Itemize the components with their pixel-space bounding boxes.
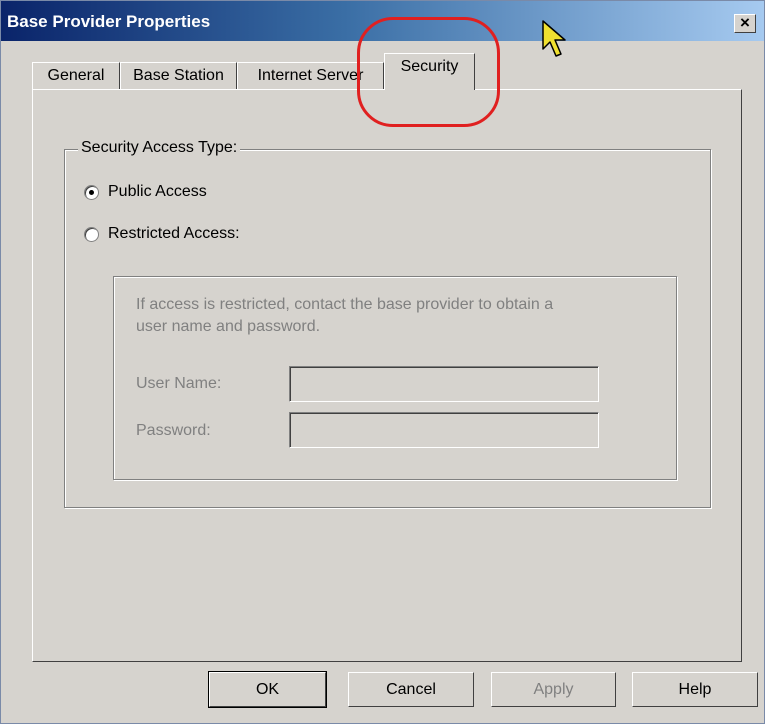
window-title: Base Provider Properties (7, 12, 211, 31)
restricted-access-label: Restricted Access: (108, 225, 240, 242)
username-input[interactable] (289, 366, 599, 402)
help-button[interactable]: Help (632, 672, 758, 707)
password-input[interactable] (289, 412, 599, 448)
close-button[interactable]: × (734, 14, 756, 33)
public-access-label: Public Access (108, 183, 207, 200)
restricted-info-line2: user name and password. (136, 318, 321, 335)
title-bar[interactable]: Base Provider Properties × (1, 1, 764, 41)
password-label: Password: (136, 422, 211, 439)
public-access-radio[interactable]: Public Access (84, 183, 207, 201)
ok-button[interactable]: OK (208, 671, 327, 708)
restricted-info-line1: If access is restricted, contact the bas… (136, 296, 554, 313)
tab-internet-server[interactable]: Internet Server (237, 62, 384, 89)
tab-general[interactable]: General (32, 62, 120, 89)
username-label: User Name: (136, 375, 222, 392)
tab-base-station[interactable]: Base Station (120, 62, 237, 89)
mouse-cursor-icon (542, 20, 566, 57)
group-label: Security Access Type: (78, 139, 241, 157)
apply-button[interactable]: Apply (491, 672, 616, 707)
restricted-access-radio[interactable]: Restricted Access: (84, 225, 240, 243)
tab-security[interactable]: Security (384, 53, 475, 90)
radio-unselected-icon[interactable] (84, 226, 99, 242)
cancel-button[interactable]: Cancel (348, 672, 474, 707)
radio-selected-icon[interactable] (84, 184, 99, 200)
